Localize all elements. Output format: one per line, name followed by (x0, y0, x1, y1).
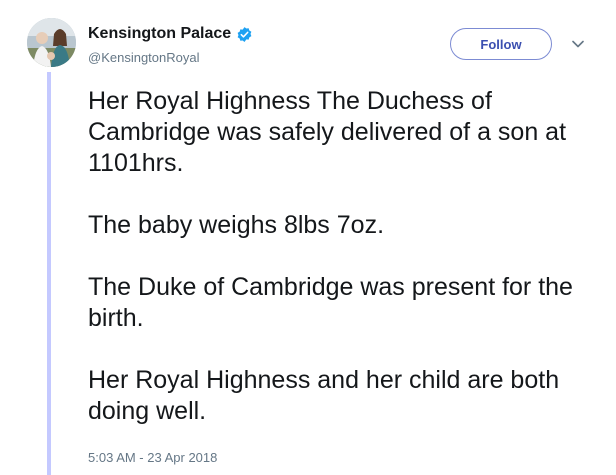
tweet-timestamp[interactable]: 5:03 AM - 23 Apr 2018 (88, 450, 217, 465)
tweet-paragraph: Her Royal Highness The Duchess of Cambri… (88, 87, 567, 177)
follow-button[interactable]: Follow (450, 28, 552, 60)
thread-line (47, 72, 51, 475)
author-display-name[interactable]: Kensington Palace (88, 25, 231, 43)
tweet-paragraph: Her Royal Highness and her child are bot… (88, 366, 560, 425)
profile-photo-icon (27, 18, 76, 67)
chevron-down-icon (572, 40, 584, 48)
tweet-paragraph: The Duke of Cambridge was present for th… (88, 273, 573, 332)
tweet-paragraph: The baby weighs 8lbs 7oz. (88, 211, 385, 239)
tweet-text: Her Royal Highness The Duchess of Cambri… (88, 86, 598, 427)
verified-badge-icon (237, 26, 252, 42)
author-name-row[interactable]: Kensington Palace (88, 23, 253, 45)
author-handle[interactable]: @KensingtonRoyal (88, 50, 199, 65)
avatar[interactable] (27, 18, 76, 67)
more-options-button[interactable] (570, 38, 586, 50)
